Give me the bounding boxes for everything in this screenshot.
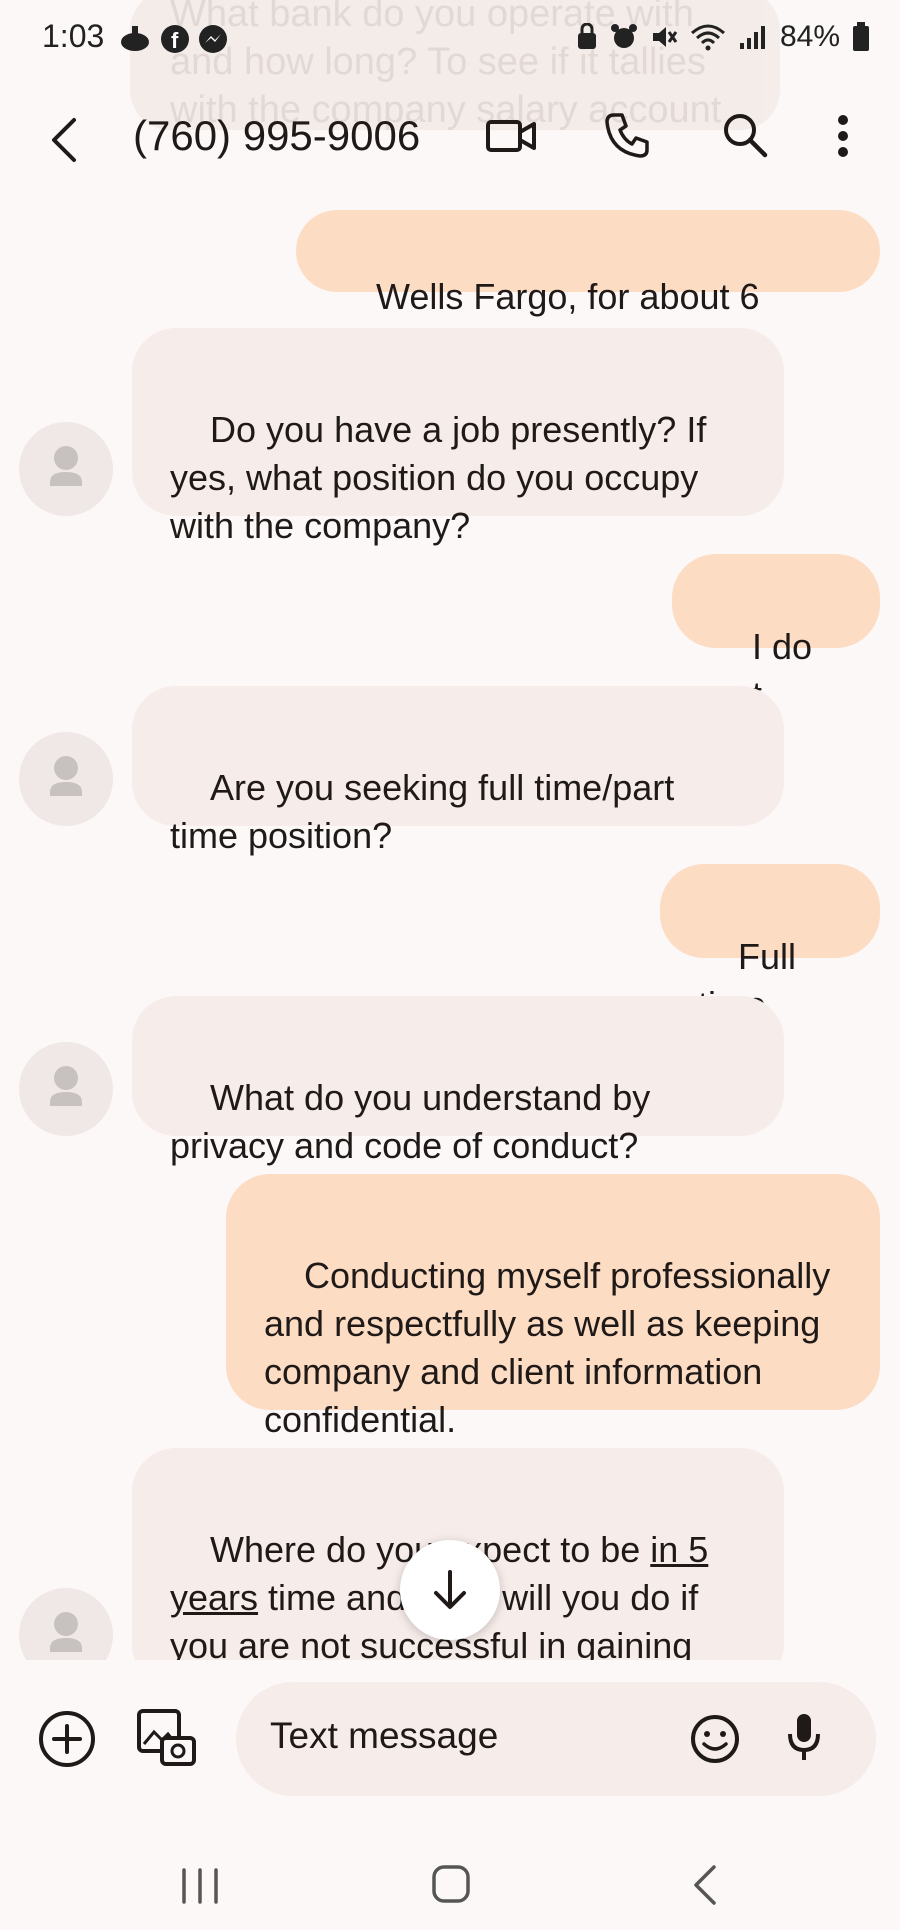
- message-text: What do you understand by privacy and co…: [170, 1077, 661, 1166]
- svg-text:f: f: [171, 28, 179, 53]
- home-icon[interactable]: [431, 1864, 471, 1904]
- avatar[interactable]: [19, 1042, 113, 1136]
- scroll-to-bottom-button[interactable]: [400, 1540, 500, 1640]
- lock-sync-icon: [577, 23, 596, 49]
- received-message[interactable]: Do you have a job presently? If yes, wha…: [132, 328, 784, 546]
- chef-hat-icon: [121, 26, 149, 51]
- emoji-icon[interactable]: [690, 1714, 740, 1764]
- video-call-icon[interactable]: [486, 118, 536, 154]
- composer-bar: Text message: [0, 1660, 900, 1830]
- message-text: Conducting myself professionally and res…: [264, 1255, 841, 1440]
- person-icon: [50, 1066, 82, 1106]
- arrow-down-icon: [434, 1570, 466, 1609]
- mute-icon: [652, 27, 678, 47]
- messenger-icon: [199, 25, 227, 53]
- microphone-icon[interactable]: [786, 1712, 822, 1764]
- message-input-placeholder: Text message: [270, 1715, 499, 1756]
- wifi-icon: [690, 24, 725, 51]
- link-text[interactable]: in 5: [650, 1529, 708, 1570]
- gallery-camera-icon[interactable]: [136, 1708, 196, 1768]
- link-text[interactable]: years: [170, 1577, 258, 1618]
- system-icons: 84%: [576, 20, 870, 54]
- status-time: 1:03: [42, 18, 105, 54]
- status-bar: 1:03 f 84%: [0, 0, 900, 80]
- alarm-icon: [610, 24, 637, 48]
- notification-icons: f: [118, 24, 228, 54]
- system-navigation-bar: [0, 1830, 900, 1930]
- message-input[interactable]: Text message: [236, 1682, 876, 1796]
- more-vert-icon[interactable]: [836, 114, 850, 158]
- avatar[interactable]: [19, 1588, 113, 1660]
- sent-message[interactable]: I do not: [672, 554, 880, 715]
- back-arrow-icon[interactable]: [46, 116, 82, 164]
- contact-title[interactable]: (760) 995-9006: [133, 112, 420, 160]
- add-circle-icon[interactable]: [38, 1710, 96, 1768]
- signal-icon: [739, 26, 765, 49]
- person-icon: [50, 1612, 82, 1652]
- conversation-header: (760) 995-9006: [0, 80, 900, 190]
- battery-percent: 84%: [779, 20, 840, 53]
- message-text: Do you have a job presently? If yes, wha…: [170, 409, 717, 546]
- sent-message[interactable]: Conducting myself professionally and res…: [226, 1174, 880, 1440]
- avatar[interactable]: [19, 732, 113, 826]
- message-list[interactable]: Wells Fargo, for about 6 years Do you ha…: [0, 0, 900, 1660]
- phone-icon[interactable]: [604, 112, 650, 158]
- battery-icon: [853, 22, 869, 51]
- message-text: Are you seeking full time/part time posi…: [170, 767, 685, 856]
- person-icon: [50, 756, 82, 796]
- search-icon[interactable]: [722, 112, 768, 158]
- received-message[interactable]: Are you seeking full time/part time posi…: [132, 686, 784, 856]
- sent-message[interactable]: Full time: [660, 864, 880, 1025]
- person-icon: [50, 446, 82, 486]
- nav-back-icon[interactable]: [690, 1864, 720, 1906]
- sent-message[interactable]: Wells Fargo, for about 6 years: [296, 210, 880, 365]
- facebook-icon: f: [161, 25, 189, 53]
- recent-apps-icon[interactable]: [180, 1866, 220, 1906]
- avatar[interactable]: [19, 422, 113, 516]
- received-message[interactable]: What do you understand by privacy and co…: [132, 996, 784, 1166]
